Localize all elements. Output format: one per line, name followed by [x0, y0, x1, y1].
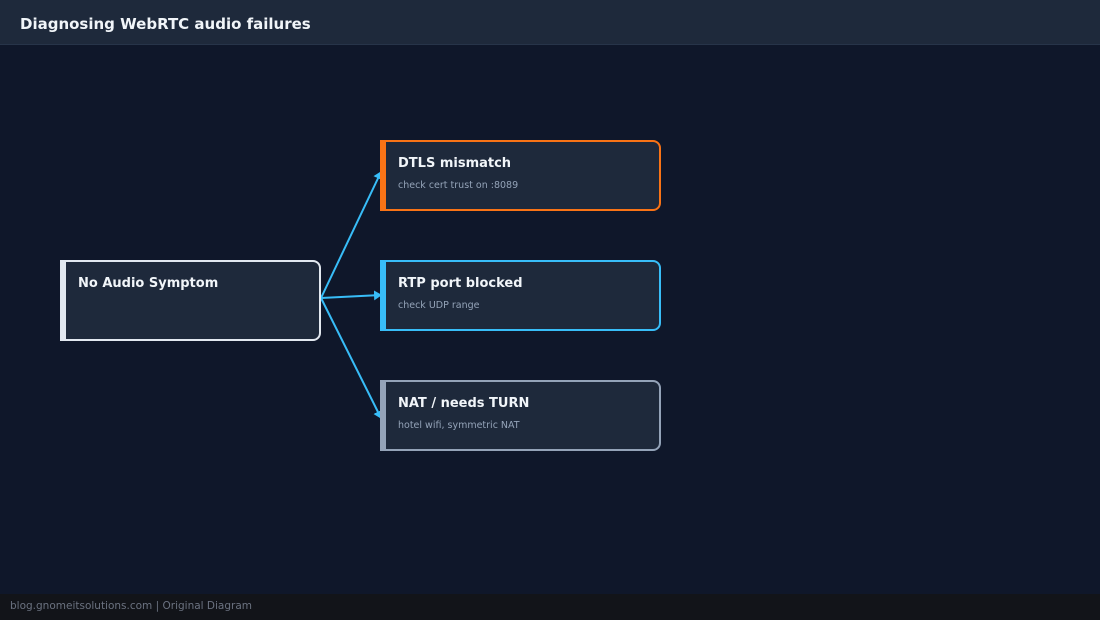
- branch-node-detail: hotel wifi, symmetric NAT: [398, 420, 520, 431]
- diagram-canvas: Diagnosing WebRTC audio failures No Audi…: [0, 0, 1100, 620]
- root-node: No Audio Symptom: [60, 260, 321, 341]
- footer-bar: blog.gnomeitsolutions.com | Original Dia…: [0, 594, 1100, 620]
- branch-node-rtp: RTP port blocked check UDP range: [380, 260, 661, 331]
- header-bar: Diagnosing WebRTC audio failures: [0, 0, 1100, 45]
- branch-node-detail: check UDP range: [398, 300, 480, 311]
- page-title: Diagnosing WebRTC audio failures: [20, 15, 311, 33]
- edge-root-to-rtp: [320, 290, 382, 301]
- root-node-label: No Audio Symptom: [78, 276, 219, 291]
- branch-node-nat: NAT / needs TURN hotel wifi, symmetric N…: [380, 380, 661, 451]
- footer-credit: blog.gnomeitsolutions.com | Original Dia…: [10, 600, 253, 612]
- edge-root-to-dtls: [320, 171, 383, 299]
- branch-node-label: RTP port blocked: [398, 276, 523, 291]
- branch-node-label: DTLS mismatch: [398, 156, 512, 171]
- edge-root-to-nat: [320, 297, 383, 419]
- branch-node-label: NAT / needs TURN: [398, 396, 530, 411]
- branch-node-detail: check cert trust on :8089: [398, 180, 519, 191]
- branch-node-dtls: DTLS mismatch check cert trust on :8089: [380, 140, 661, 211]
